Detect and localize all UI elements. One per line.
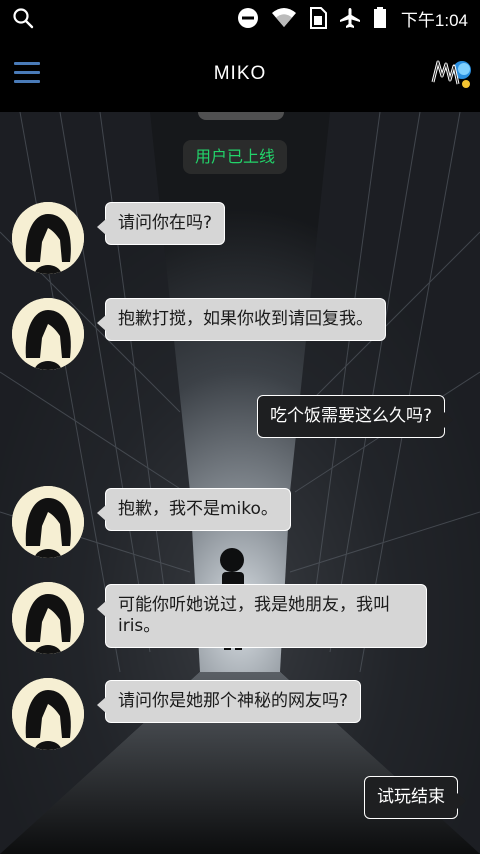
incoming-message-bubble[interactable]: 抱歉，我不是miko。 bbox=[97, 488, 291, 531]
airplane-mode-icon bbox=[339, 0, 361, 36]
incoming-message-bubble[interactable]: 请问你在吗? bbox=[96, 202, 226, 245]
hamburger-menu-icon[interactable] bbox=[14, 62, 40, 84]
incoming-message-bubble[interactable]: 抱歉打搅，如果你收到请回复我。 bbox=[97, 298, 386, 341]
contact-avatar[interactable] bbox=[12, 298, 84, 370]
previous-system-message bbox=[198, 112, 284, 120]
app-bar: MIKO bbox=[0, 36, 480, 112]
contact-avatar[interactable] bbox=[12, 486, 84, 558]
game-logo[interactable] bbox=[430, 56, 474, 92]
contact-avatar[interactable] bbox=[12, 202, 84, 274]
incoming-message-bubble[interactable]: 请问你是她那个神秘的网友吗? bbox=[96, 680, 362, 723]
contact-avatar[interactable] bbox=[12, 582, 84, 654]
outgoing-message-bubble[interactable]: 试玩结束 bbox=[364, 776, 466, 819]
search-icon[interactable] bbox=[12, 0, 34, 36]
sim-card-icon bbox=[309, 0, 327, 36]
incoming-message-bubble[interactable]: 可能你听她说过，我是她朋友，我叫iris。 bbox=[97, 584, 427, 648]
system-message: 用户已上线 bbox=[183, 140, 288, 174]
battery-icon bbox=[373, 0, 387, 36]
chat-area[interactable]: 用户已上线 请问你在吗? 抱歉打搅，如果你收到请回复我。 吃个饭需要这么久吗? … bbox=[0, 112, 480, 854]
status-time: 下午1:04 bbox=[400, 10, 468, 30]
do-not-disturb-icon bbox=[237, 0, 259, 36]
contact-avatar[interactable] bbox=[12, 678, 84, 750]
outgoing-message-bubble[interactable]: 吃个饭需要这么久吗? bbox=[257, 395, 454, 438]
wifi-icon bbox=[271, 0, 297, 36]
status-bar: 下午1:04 bbox=[0, 0, 480, 36]
chat-title: MIKO bbox=[213, 63, 267, 84]
